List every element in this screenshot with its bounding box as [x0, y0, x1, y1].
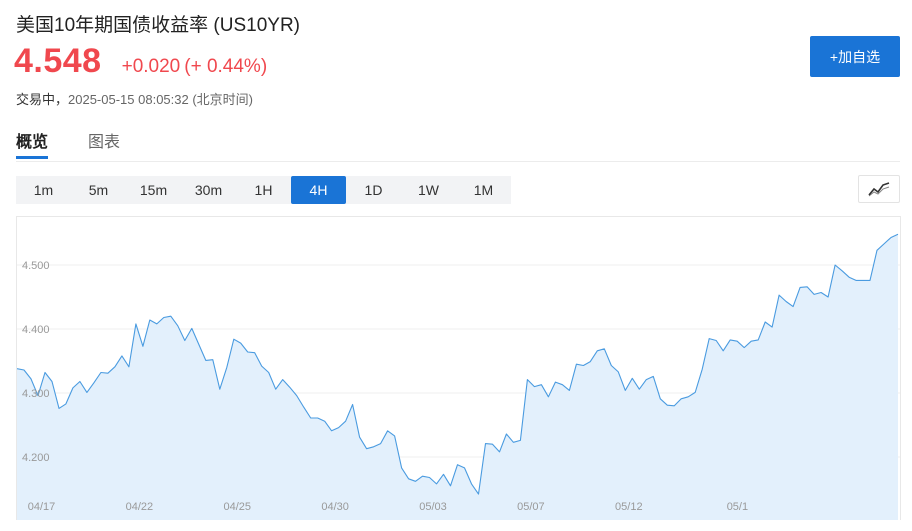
period-1d[interactable]: 1D [346, 176, 401, 204]
period-4h[interactable]: 4H [291, 176, 346, 204]
current-price: 4.548 [14, 42, 102, 80]
x-tick-label: 05/07 [517, 501, 545, 513]
x-tick-label: 04/30 [321, 501, 349, 513]
price-row: 4.548 +0.020 (+ 0.44%) [14, 42, 267, 81]
x-tick-label: 05/1 [727, 501, 748, 513]
x-tick-label: 04/22 [126, 501, 154, 513]
period-1mo[interactable]: 1M [456, 176, 511, 204]
period-15m[interactable]: 15m [126, 176, 181, 204]
price-change-percent: (+ 0.44%) [184, 56, 268, 77]
add-watchlist-button[interactable]: +加自选 [810, 36, 900, 77]
y-tick-label: 4.200 [22, 452, 50, 464]
timestamp: 2025-05-15 08:05:32 (北京时间) [68, 92, 253, 107]
y-tick-label: 4.400 [22, 324, 50, 336]
line-chart-icon [868, 182, 890, 197]
chart-svg: 4.200 4.300 4.400 4.500 04/17 04/22 04/25 04/30… [17, 233, 900, 520]
price-chart[interactable]: 4.200 4.300 4.400 4.500 04/17 04/22 04/25 04/30… [16, 216, 901, 520]
tab-divider [16, 161, 900, 162]
tab-chart[interactable]: 图表 [88, 128, 120, 158]
price-change: +0.020 [121, 56, 181, 77]
period-1m[interactable]: 1m [16, 176, 71, 204]
period-1h[interactable]: 1H [236, 176, 291, 204]
y-tick-label: 4.500 [22, 260, 50, 272]
period-1w[interactable]: 1W [401, 176, 456, 204]
y-tick-label: 4.300 [22, 388, 50, 400]
series-area [17, 234, 898, 520]
period-selector: 1m 5m 15m 30m 1H 4H 1D 1W 1M [16, 176, 511, 204]
x-tick-label: 05/12 [615, 501, 643, 513]
trading-state: 交易中， [16, 92, 69, 107]
x-tick-label: 04/17 [28, 501, 56, 513]
x-tick-label: 05/03 [419, 501, 447, 513]
chart-type-toggle[interactable] [858, 175, 900, 203]
trading-status: 交易中，2025-05-15 08:05:32 (北京时间) [16, 89, 253, 108]
tab-overview[interactable]: 概览 [16, 128, 49, 159]
x-tick-label: 04/25 [223, 501, 251, 513]
period-5m[interactable]: 5m [71, 176, 126, 204]
page-title: 美国10年期国债收益率 (US10YR) [16, 15, 300, 36]
period-30m[interactable]: 30m [181, 176, 236, 204]
tab-bar: 概览 图表 [16, 128, 160, 159]
